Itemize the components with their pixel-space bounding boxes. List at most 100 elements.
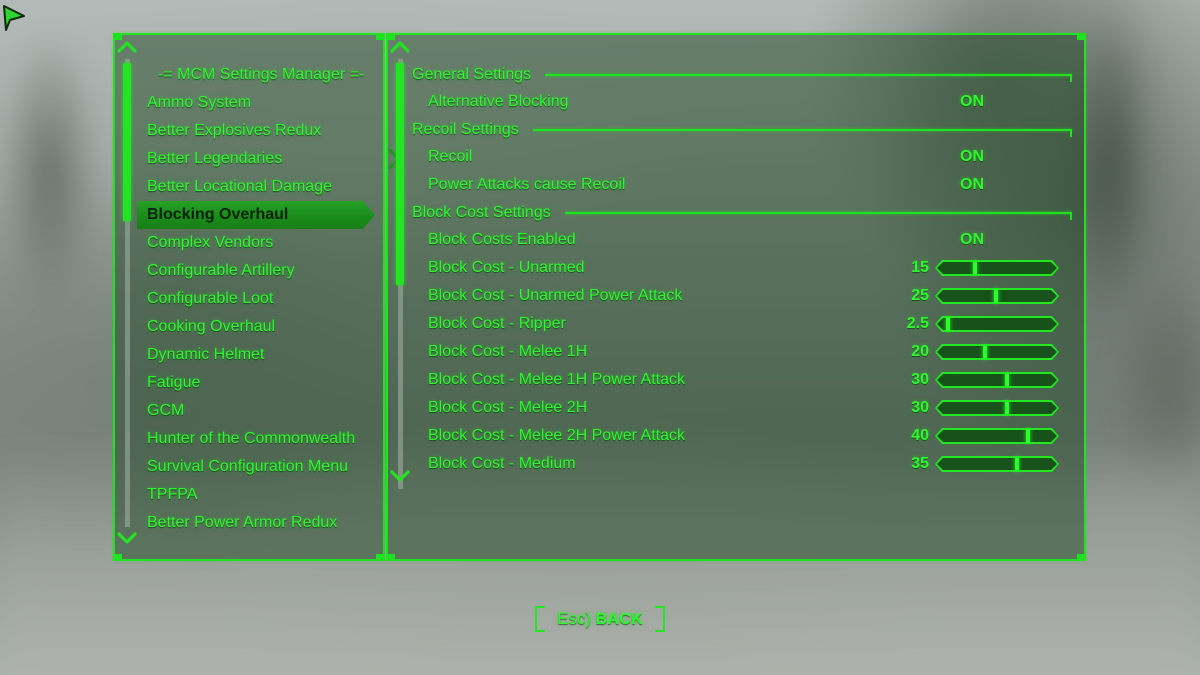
sidebar-item-label: Dynamic Helmet	[147, 346, 265, 363]
settings-scrollbar[interactable]	[390, 41, 410, 489]
setting-toggle-value[interactable]: ON	[960, 88, 984, 116]
section-divider-rule	[545, 74, 1072, 82]
sidebar-item[interactable]: Configurable Loot	[137, 285, 385, 313]
sidebar-scroll-up-icon[interactable]	[116, 40, 138, 54]
settings-section-header: Block Cost Settings	[412, 199, 1073, 226]
sidebar-item[interactable]: Hunter of the Commonwealth	[137, 425, 385, 453]
setting-slider[interactable]	[935, 344, 1059, 360]
setting-label: Recoil	[428, 148, 473, 165]
sidebar-item-label: TPFPA	[147, 486, 198, 503]
sidebar-item-label: GCM	[147, 402, 185, 419]
slider-handle[interactable]	[994, 289, 998, 303]
sidebar-item[interactable]: Complex Vendors	[137, 229, 385, 257]
setting-toggle-value[interactable]: ON	[960, 171, 984, 199]
back-button[interactable]: Esc) BACK	[0, 606, 1200, 632]
sidebar-scrollbar[interactable]	[117, 41, 137, 544]
setting-label: Block Cost - Unarmed Power Attack	[428, 287, 683, 304]
sidebar-item[interactable]: Better Legendaries	[137, 145, 400, 173]
slider-handle[interactable]	[1004, 373, 1009, 387]
setting-slider[interactable]	[935, 288, 1059, 304]
settings-scroll-up-icon[interactable]	[389, 40, 411, 54]
setting-toggle-row[interactable]: Block Costs Enabled ON	[412, 226, 1072, 254]
setting-slider-row[interactable]: Block Cost - Melee 2H Power Attack 40	[412, 422, 1072, 450]
setting-label: Block Cost - Melee 2H	[428, 399, 588, 416]
sidebar-item-label: Cooking Overhaul	[147, 318, 276, 335]
slider-handle[interactable]	[946, 317, 951, 331]
setting-label: Power Attacks cause Recoil	[428, 176, 626, 193]
back-button-label: BACK	[595, 611, 643, 628]
setting-toggle-row[interactable]: Recoil ON	[412, 143, 1072, 171]
slider-handle[interactable]	[1025, 429, 1030, 443]
sidebar-item-label: Better Explosives Redux	[147, 122, 322, 139]
sidebar-scrollbar-thumb[interactable]	[123, 63, 131, 221]
sidebar-item[interactable]: TPFPA	[137, 481, 385, 509]
section-divider-rule	[564, 212, 1073, 220]
sidebar-item[interactable]: Better Explosives Redux	[137, 117, 385, 145]
setting-toggle-row[interactable]: Alternative Blocking ON	[412, 88, 1072, 116]
slider-handle[interactable]	[972, 261, 977, 275]
setting-toggle-value[interactable]: ON	[960, 143, 984, 171]
sidebar-scroll-down-icon[interactable]	[116, 531, 138, 545]
setting-slider-value: 30	[911, 371, 929, 388]
setting-slider[interactable]	[935, 372, 1059, 388]
panel-corner-notch	[386, 554, 395, 561]
sidebar-item[interactable]: GCM	[137, 397, 385, 425]
setting-slider-row[interactable]: Block Cost - Unarmed Power Attack 25	[412, 282, 1072, 310]
slider-track	[937, 430, 1057, 442]
panel-corner-notch	[1077, 554, 1086, 561]
sidebar-item-label: Complex Vendors	[147, 234, 274, 251]
setting-slider-row[interactable]: Block Cost - Melee 1H 20	[412, 338, 1072, 366]
sidebar-item-label: Blocking Overhaul	[147, 206, 289, 223]
setting-slider[interactable]	[935, 456, 1059, 472]
setting-toggle-value[interactable]: ON	[960, 226, 984, 254]
setting-slider[interactable]	[935, 260, 1059, 276]
setting-slider-row[interactable]: Block Cost - Unarmed 15	[412, 254, 1072, 282]
slider-handle[interactable]	[1015, 457, 1020, 471]
back-button-inner[interactable]: Esc) BACK	[535, 606, 665, 632]
sidebar-item[interactable]: Better Power Armor Redux	[137, 509, 385, 537]
settings-section-header: General Settings	[412, 61, 1072, 88]
sidebar-item[interactable]: Fatigue	[137, 369, 385, 397]
slider-track	[937, 262, 1057, 274]
mod-list-panel: -= MCM Settings Manager =- Ammo System Bet…	[113, 33, 400, 561]
settings-scrollbar-thumb[interactable]	[396, 63, 404, 285]
setting-label: Block Cost - Ripper	[428, 315, 566, 332]
sidebar-item-label: Configurable Loot	[147, 290, 274, 307]
sidebar-item-label: Better Legendaries	[147, 150, 283, 167]
sidebar-item[interactable]: Ammo System	[137, 89, 385, 117]
setting-slider-row[interactable]: Block Cost - Ripper 2.5	[412, 310, 1072, 338]
setting-toggle-row[interactable]: Power Attacks cause Recoil ON	[412, 171, 1072, 199]
sidebar-item-selected[interactable]: Blocking Overhaul	[137, 201, 375, 229]
slider-track	[937, 458, 1057, 470]
setting-label: Block Costs Enabled	[428, 231, 576, 248]
sidebar-item-label: Hunter of the Commonwealth	[147, 430, 356, 447]
setting-slider-value: 35	[911, 455, 929, 472]
setting-slider[interactable]	[935, 428, 1059, 444]
settings-list: General Settings Alternative Blocking ON Re…	[412, 61, 1073, 478]
setting-slider-value: 30	[911, 399, 929, 416]
setting-slider-value: 25	[911, 287, 929, 304]
settings-scroll-down-icon[interactable]	[389, 469, 411, 483]
slider-handle[interactable]	[1004, 401, 1009, 415]
setting-slider-value: 15	[911, 259, 929, 276]
panel-corner-notch	[376, 554, 385, 561]
setting-slider[interactable]	[935, 316, 1059, 332]
setting-slider-row[interactable]: Block Cost - Melee 1H Power Attack 30	[412, 366, 1072, 394]
sidebar-item[interactable]: Configurable Artillery	[137, 257, 385, 285]
setting-slider[interactable]	[935, 400, 1059, 416]
setting-slider-row[interactable]: Block Cost - Melee 2H 30	[412, 394, 1072, 422]
sidebar-item-label: Survival Configuration Menu	[147, 458, 348, 475]
setting-label: Block Cost - Medium	[428, 455, 576, 472]
sidebar-item[interactable]: Better Locational Damage	[137, 173, 385, 201]
setting-label: Block Cost - Unarmed	[428, 259, 585, 276]
bracket-right-icon	[654, 606, 665, 632]
bracket-left-icon	[535, 606, 546, 632]
sidebar-item[interactable]: Cooking Overhaul	[137, 313, 385, 341]
sidebar-item-label: Better Locational Damage	[147, 178, 332, 195]
sidebar-item-label: Better Power Armor Redux	[147, 514, 338, 531]
sidebar-item[interactable]: Dynamic Helmet	[137, 341, 385, 369]
sidebar-item[interactable]: Survival Configuration Menu	[137, 453, 385, 481]
setting-slider-row[interactable]: Block Cost - Medium 35	[412, 450, 1072, 478]
slider-handle[interactable]	[983, 345, 988, 359]
panel-corner-notch	[113, 554, 122, 561]
